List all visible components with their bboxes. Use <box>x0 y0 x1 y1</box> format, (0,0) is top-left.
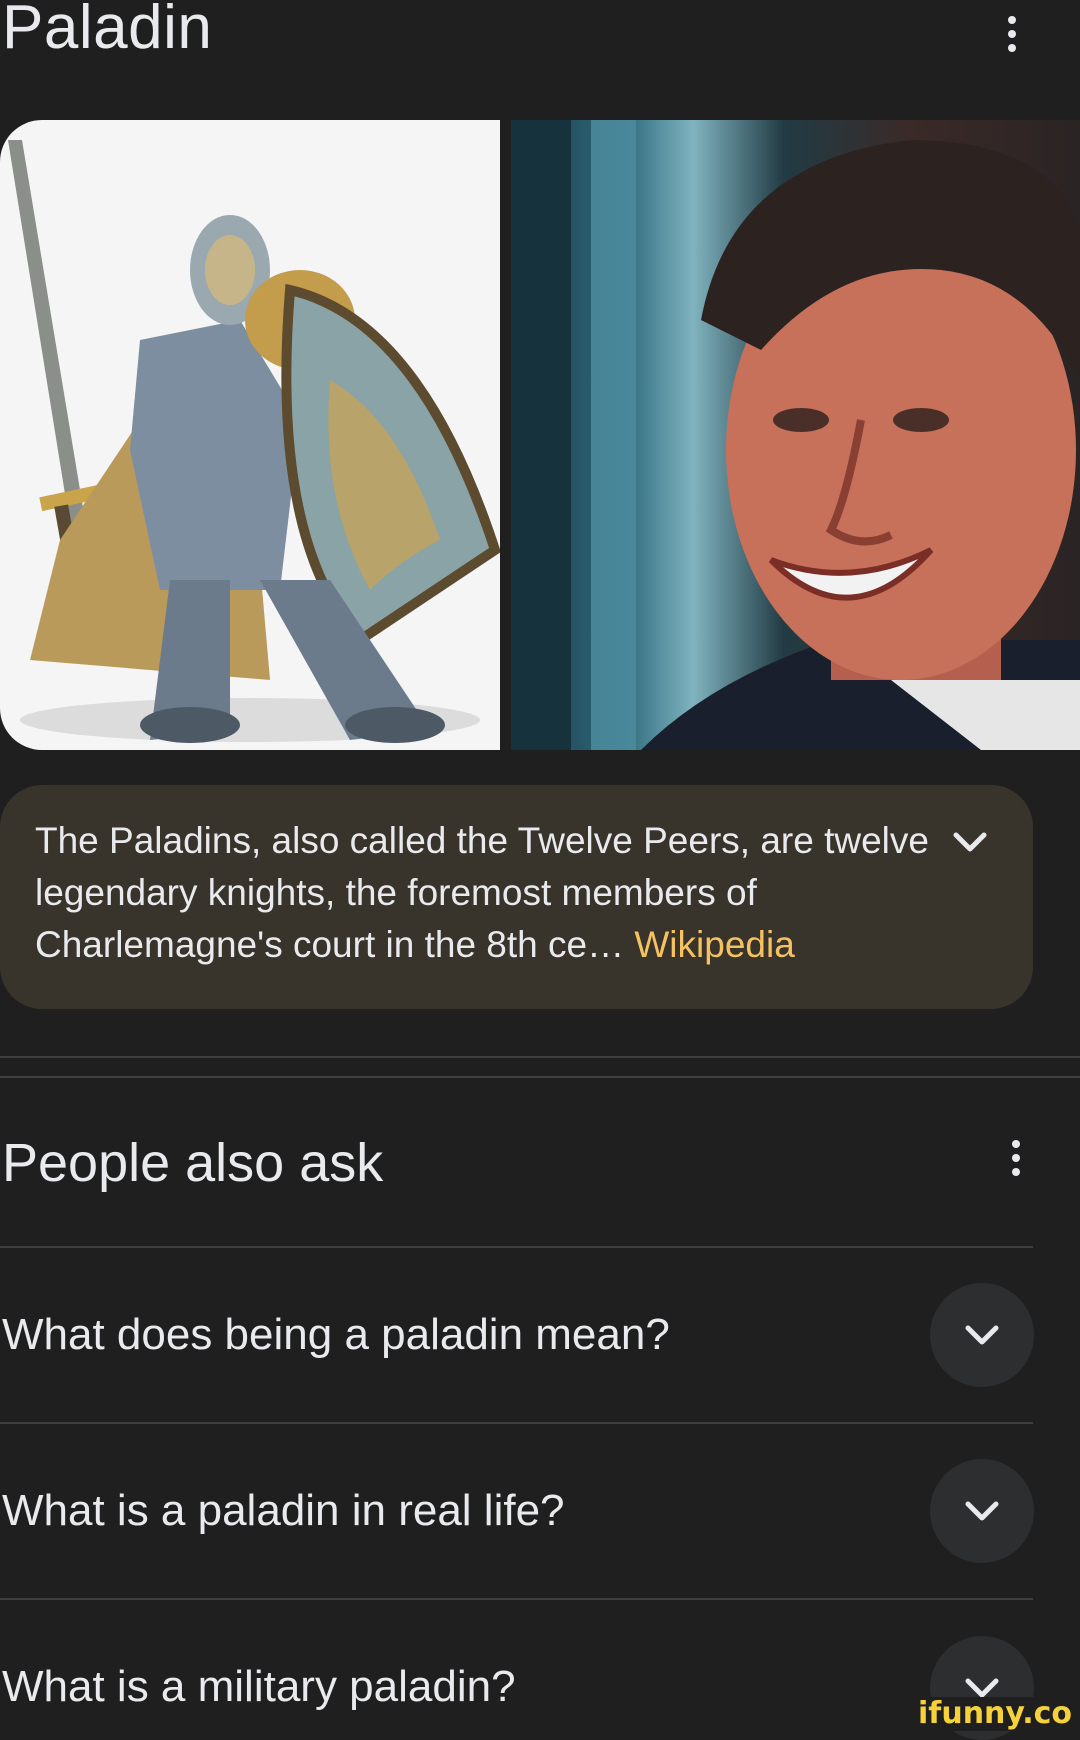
expand-question-button[interactable] <box>930 1459 1034 1563</box>
question-item[interactable]: What does being a paladin mean? <box>2 1305 670 1365</box>
question-item[interactable]: What is a military paladin? <box>2 1657 516 1717</box>
portrait-illustration <box>511 120 1080 750</box>
chevron-down-icon <box>965 1501 999 1521</box>
image-carousel <box>0 120 1080 750</box>
expand-chevron-down-icon[interactable] <box>950 823 990 863</box>
header: Paladin <box>0 0 1080 90</box>
wikipedia-link[interactable]: Wikipedia <box>634 924 794 965</box>
page-title: Paladin <box>2 0 213 62</box>
expand-question-button[interactable] <box>930 1283 1034 1387</box>
section-divider <box>0 1056 1080 1078</box>
more-options-icon[interactable] <box>996 1128 1036 1188</box>
paladin-image[interactable] <box>0 120 500 750</box>
more-options-icon[interactable] <box>992 4 1032 64</box>
divider <box>0 1246 1033 1248</box>
divider <box>0 1422 1033 1424</box>
paladin-illustration <box>8 140 500 743</box>
chevron-down-icon <box>965 1325 999 1345</box>
people-also-ask-title: People also ask <box>2 1133 384 1193</box>
description-text: The Paladins, also called the Twelve Pee… <box>35 815 935 971</box>
ifunny-watermark: ifunny.co <box>914 1697 1076 1731</box>
divider <box>0 1598 1033 1600</box>
portrait-image[interactable] <box>511 120 1080 750</box>
knowledge-description-card[interactable]: The Paladins, also called the Twelve Pee… <box>0 785 1033 1009</box>
question-item[interactable]: What is a paladin in real life? <box>2 1481 565 1541</box>
